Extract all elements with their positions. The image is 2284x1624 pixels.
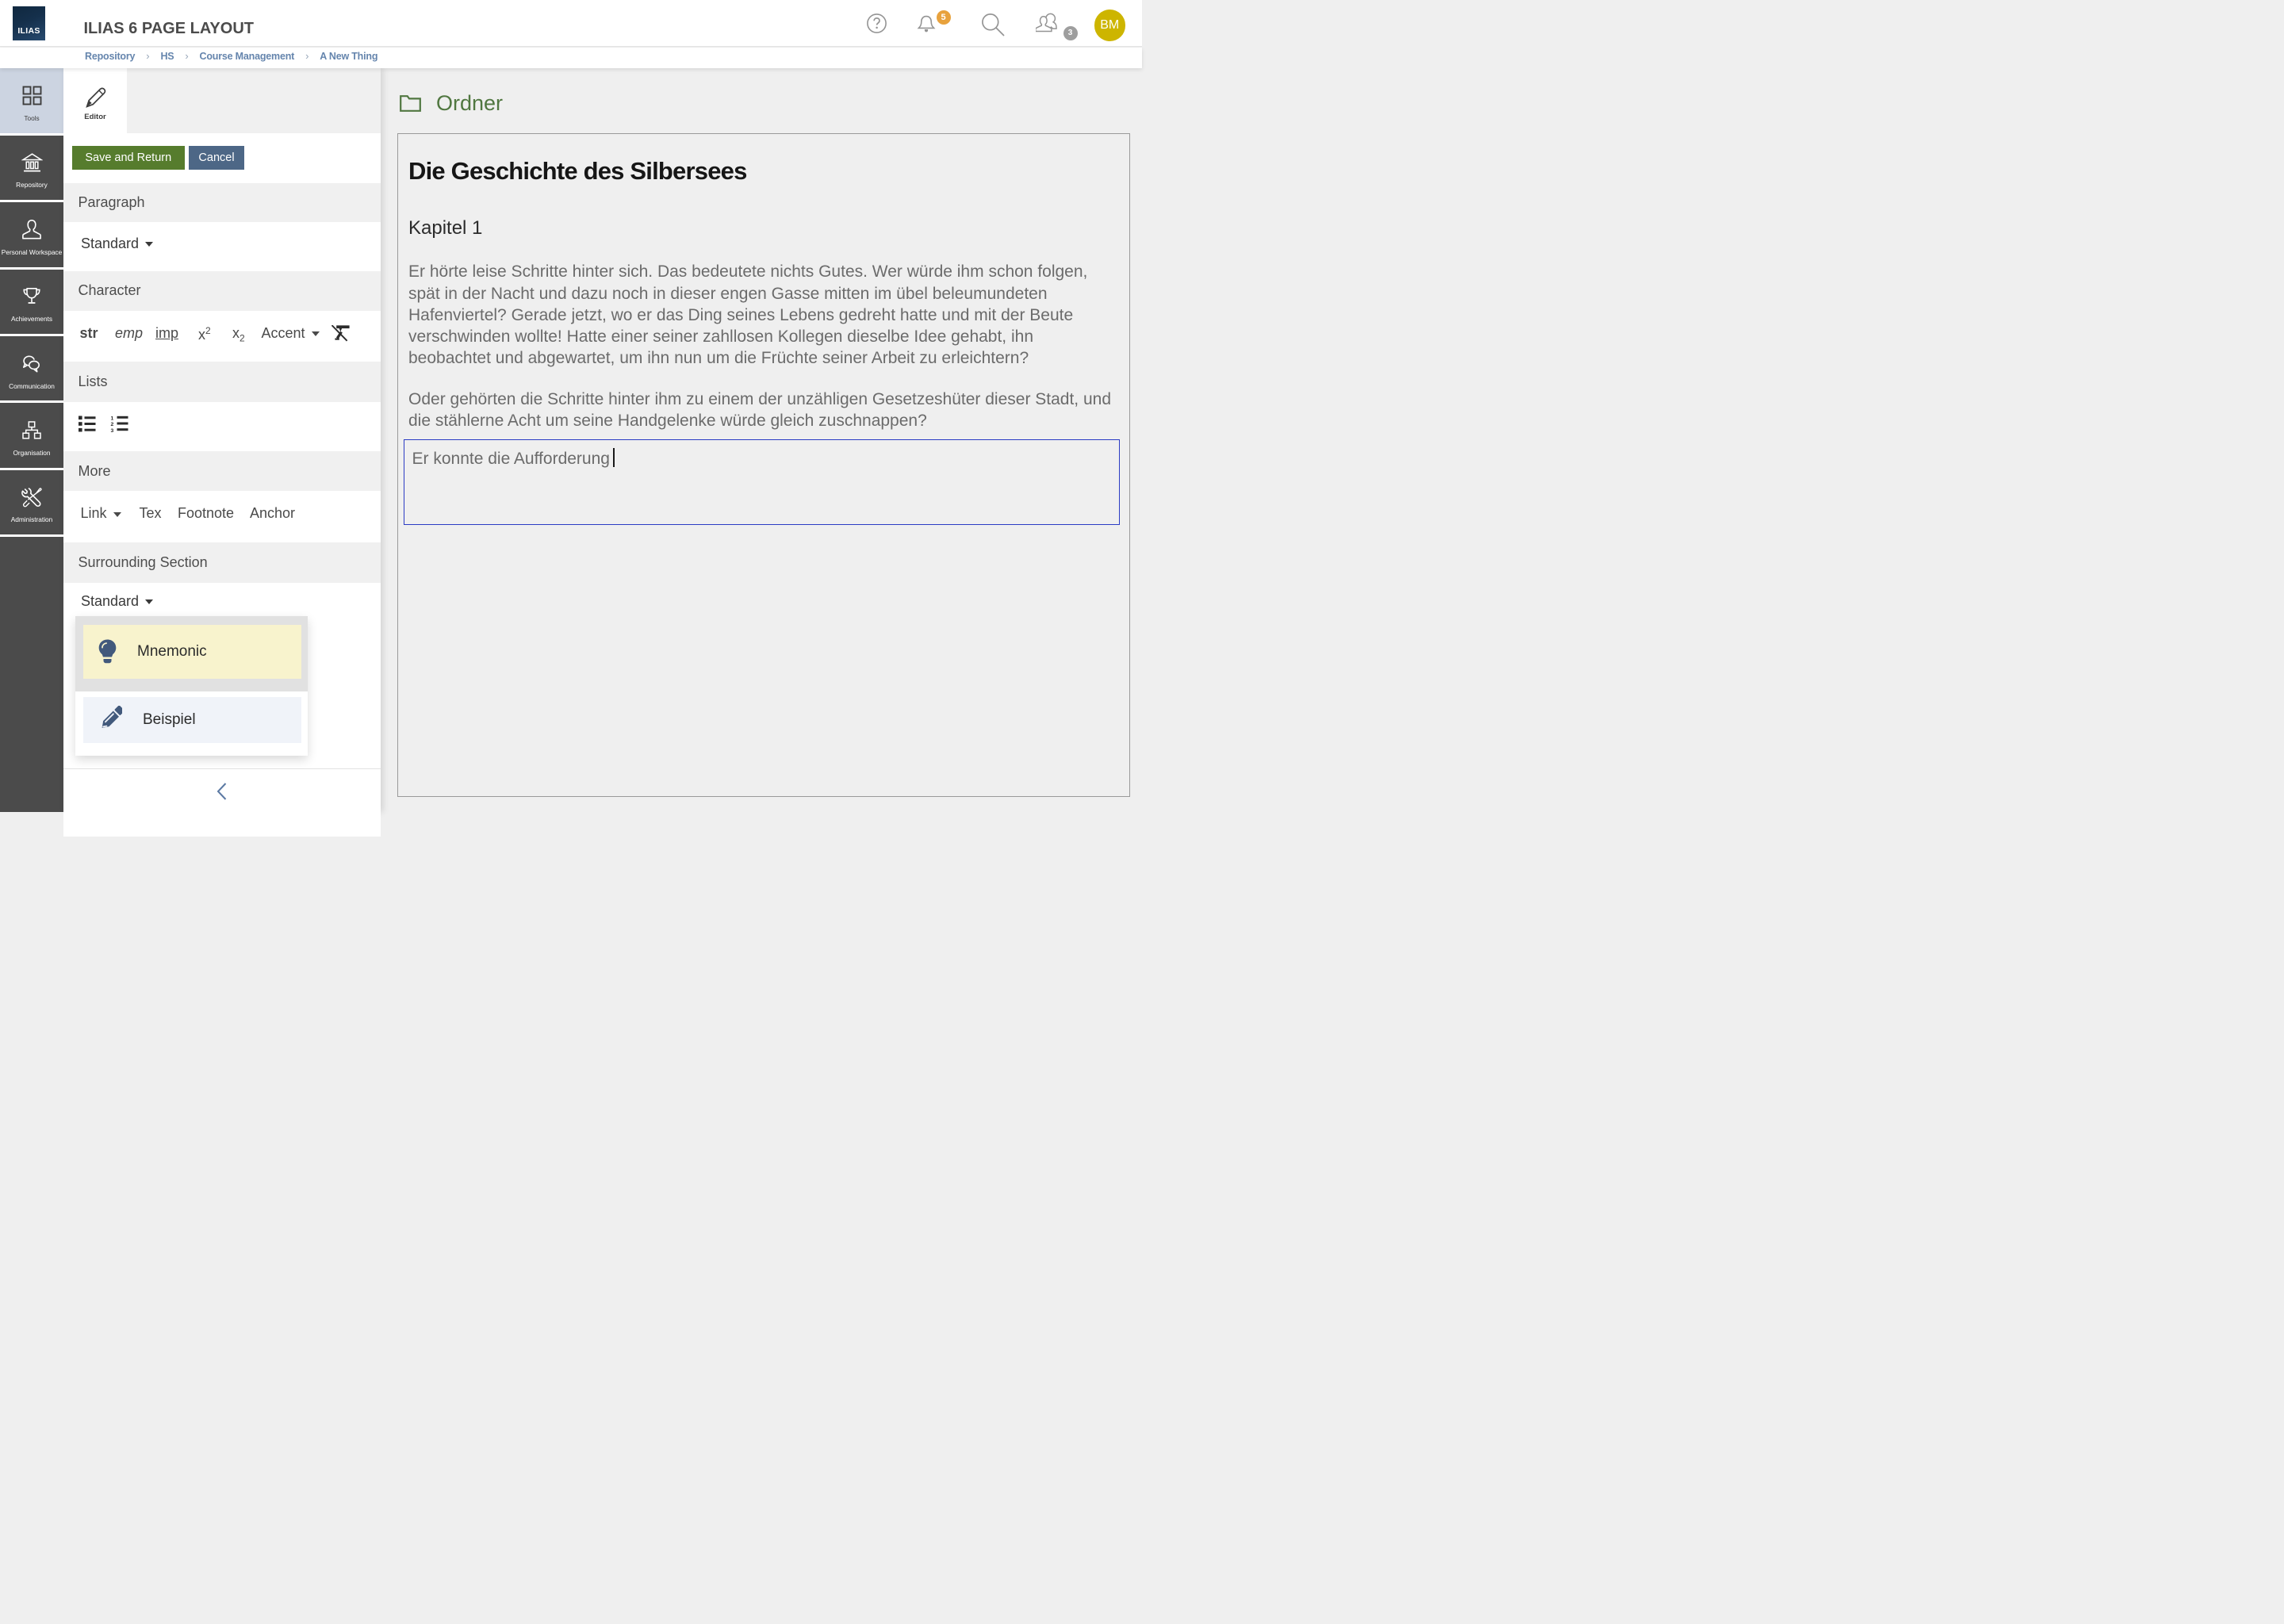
svg-text:2: 2 xyxy=(110,422,113,427)
svg-text:1: 1 xyxy=(110,416,113,422)
svg-text:3: 3 xyxy=(110,428,113,433)
